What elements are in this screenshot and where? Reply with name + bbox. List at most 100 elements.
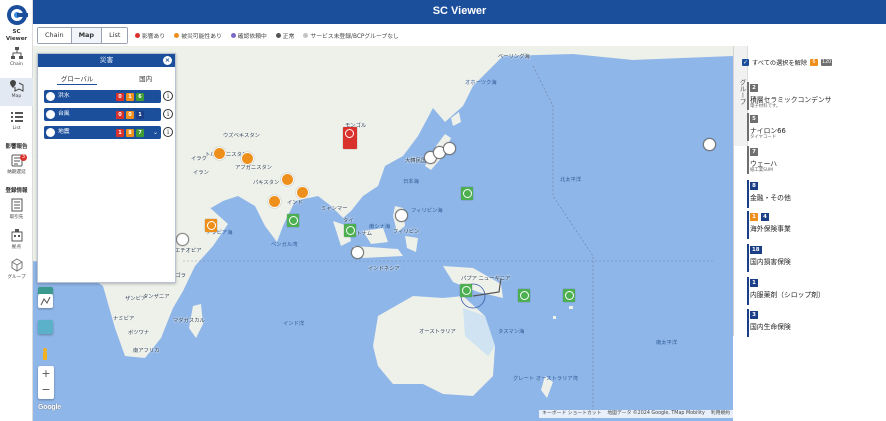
map-label: マダガスカル [173,318,205,324]
disaster-panel-title: 災害 [99,56,114,64]
disaster-panel: 災害 × グローバル 国内 洪水 0 1 6 i 台風 0 0 1 i 地震 1… [37,53,176,283]
group-item[interactable]: 1 内服薬剤（シロップ剤） [747,277,875,307]
count-impact: 0 [116,110,124,119]
map-label: ベンガル湾 [271,242,298,248]
site-icon [11,229,22,242]
map-label: ナミビア [113,316,135,322]
group-count: 18 [750,246,762,254]
count-badge: 120 [821,59,833,66]
delay-badge: 3 [20,154,27,161]
map-label: ベーリング海 [498,54,530,60]
rail-item-list[interactable]: List [0,110,33,138]
group-desc: 紙工業SUM [750,168,773,173]
group-name: 金融・その他 [750,194,791,202]
chain-icon [10,47,23,59]
tab-map[interactable]: Map [71,28,103,43]
pegman-icon[interactable] [40,347,50,361]
map-label: 南太平洋 [656,340,678,346]
app-title: SC Viewer [432,5,487,17]
map-label: イラク [191,156,207,162]
group-item[interactable]: 3 国内生命保険 [747,309,875,339]
rail-item-map[interactable]: Map [0,78,33,106]
rail-label-group: グループ [7,275,26,280]
google-logo: Google [38,404,61,411]
map-label: インド [287,200,303,206]
legend-impact: 影響あり [135,31,165,40]
rail-item-supplier[interactable]: 取引先 [0,198,33,226]
flood-icon [46,92,55,101]
group-count: 8 [750,182,758,190]
rail-item-site[interactable]: 拠点 [0,228,33,256]
count-possible: 0 [126,110,134,119]
group-item[interactable]: 8 金融・その他 [747,180,875,210]
count-normal: 7 [136,128,144,137]
group-count: 7 [750,148,758,156]
group-count: 2 [750,84,758,92]
group-item[interactable]: 2 積層セラミックコンデンサ 電子材料です。 [747,82,875,112]
rail-item-chain[interactable]: Chain [0,46,33,74]
rail-item-group[interactable]: グループ [0,258,33,286]
layer-satellite-button[interactable] [38,320,53,334]
legend-normal: 正常 [275,31,294,40]
group-count-secondary: 4 [761,213,769,221]
close-icon[interactable]: × [163,56,172,65]
count-impact: 0 [116,92,124,101]
rail-label-map: Map [11,94,22,99]
disaster-row-earthquake[interactable]: 地震 1 8 7 ⌄ [44,126,161,139]
legend-label: サービス未登録/BCPグループなし [310,34,399,40]
layer-gray-button[interactable] [38,294,53,308]
tab-list[interactable]: List [102,28,128,43]
legend-label: 影響あり [142,34,166,40]
map-label: パキスタン [253,180,280,186]
disaster-panel-header: 災害 × [38,54,175,67]
zoom-control: + − [38,366,54,399]
info-icon[interactable]: i [163,127,173,137]
legend-label: 被災可能性あり [181,34,222,40]
rail-label-chain: Chain [9,62,24,67]
select-all-checkbox[interactable]: ✓ [742,59,749,66]
group-name: 海外保険事業 [750,225,791,233]
disaster-row-typhoon[interactable]: 台風 0 0 1 [44,108,161,121]
group-name: 内服薬剤（シロップ剤） [750,291,825,299]
supplier-icon [11,198,22,212]
map-icon [9,80,23,92]
terms-link[interactable]: 利用規約 [711,410,730,418]
info-icon[interactable]: i [163,109,173,119]
map-label: 南シナ海 [369,224,391,230]
rail-label-supplier: 取引先 [9,215,24,220]
group-count: 1 [750,279,758,287]
map-label: タイ [343,218,354,224]
group-item[interactable]: 7 ウェーハ 紙工業SUM [747,146,875,176]
keyboard-shortcuts-link[interactable]: キーボード ショートカット [542,410,601,418]
sc-viewer-logo-icon [7,5,28,25]
group-item[interactable]: 18 国内損害保険 [747,244,875,274]
count-badge: 6 [810,59,819,66]
legend-pending: 確認依頼中 [230,31,267,40]
group-item[interactable]: 1 4 海外保険事業 [747,211,875,241]
map-data-credit: 地図データ ©2024 Google, TMap Mobility [607,411,705,416]
group-desc: タイヤコード [750,135,777,140]
info-icon[interactable]: i [163,91,173,101]
chevron-down-icon[interactable]: ⌄ [153,126,158,139]
map-label: グレート オーストラリア湾 [513,376,578,382]
disaster-row-flood[interactable]: 洪水 0 1 6 [44,90,161,103]
rail-item-delay[interactable]: 3 納期遅延 [0,153,33,181]
zoom-out-button[interactable]: − [38,382,54,398]
legend-possible: 被災可能性あり [174,31,222,40]
map-label: 北太平洋 [560,177,582,183]
map-label: アフガニスタン [235,165,273,171]
tab-domestic[interactable]: 国内 [135,73,156,85]
map-label: オホーツク海 [465,80,497,86]
zoom-in-button[interactable]: + [38,366,54,382]
select-all-label[interactable]: すべての選択を解除 [752,58,807,67]
earthquake-icon [46,128,55,137]
select-all-row: ✓ すべての選択を解除 6 120 [742,58,833,67]
tab-chain[interactable]: Chain [38,28,72,43]
count-normal: 1 [136,110,144,119]
tab-global[interactable]: グローバル [56,73,98,85]
legend-label: 確認依頼中 [237,34,267,40]
map-attribution: キーボード ショートカット 地図データ ©2024 Google, TMap M… [539,410,733,418]
map-label: エチオピア [175,248,202,254]
group-item[interactable]: 5 ナイロン66 タイヤコード [747,113,875,143]
legend-dot-icon [230,33,236,38]
